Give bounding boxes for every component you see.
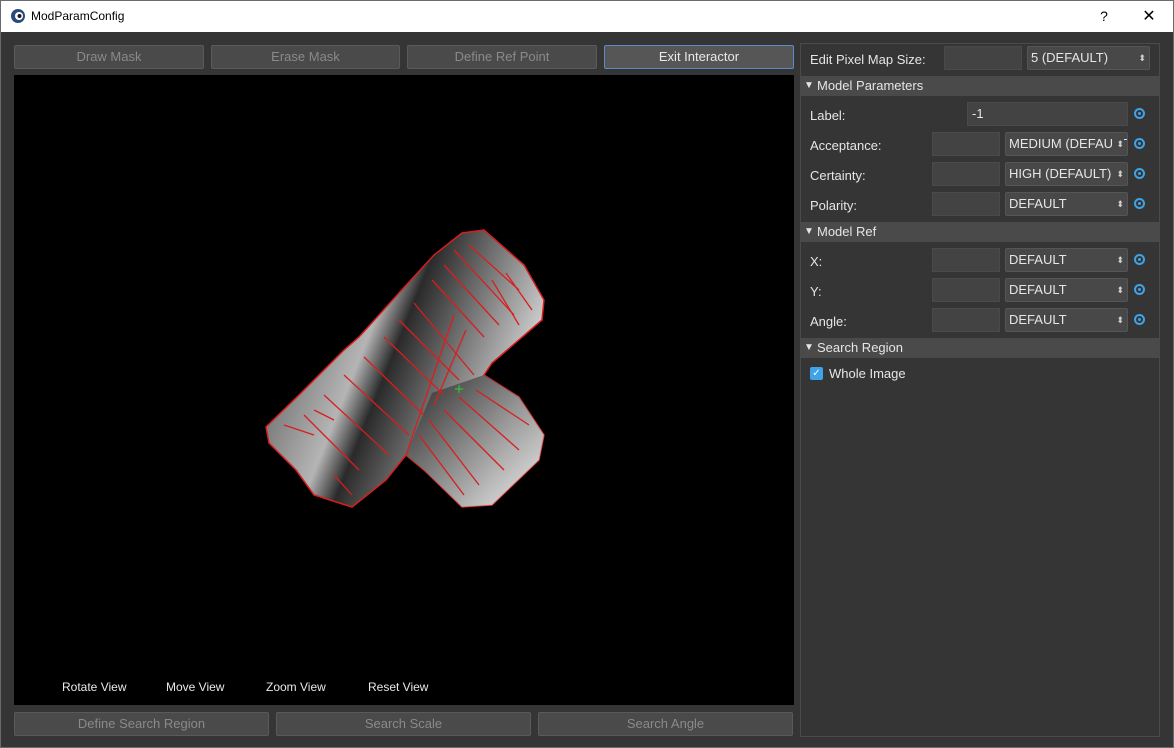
image-viewport[interactable]: Rotate View Move View Zoom View Reset Vi… xyxy=(14,75,794,705)
certainty-label: Certainty: xyxy=(810,168,866,183)
collapse-icon: ▼ xyxy=(804,80,814,91)
polarity-select[interactable]: DEFAULT ⬍ xyxy=(1005,192,1128,216)
ref-angle-option: DEFAULT xyxy=(1009,312,1067,327)
polarity-field[interactable] xyxy=(932,192,1000,216)
app-eye-icon xyxy=(11,9,25,23)
ref-angle-default-radio-icon[interactable] xyxy=(1134,314,1145,325)
pixel-map-size-select[interactable]: 5 (DEFAULT) ⬍ xyxy=(1027,46,1150,70)
combo-arrows-icon: ⬍ xyxy=(1114,193,1124,215)
reset-view-button[interactable]: Reset View xyxy=(368,680,428,694)
title-bar: ModParamConfig ? ✕ xyxy=(1,1,1173,32)
certainty-option: HIGH (DEFAULT) xyxy=(1009,166,1112,181)
combo-arrows-icon: ⬍ xyxy=(1136,47,1146,69)
model-parameters-title: Model Parameters xyxy=(817,78,924,93)
ref-x-select[interactable]: DEFAULT ⬍ xyxy=(1005,248,1128,272)
polarity-default-radio-icon[interactable] xyxy=(1134,198,1145,209)
parameters-panel: Edit Pixel Map Size: 5 (DEFAULT) ⬍ ▼ Mod… xyxy=(800,43,1160,737)
search-scale-button[interactable]: Search Scale xyxy=(276,712,531,736)
acceptance-field[interactable] xyxy=(932,132,1000,156)
polarity-option: DEFAULT xyxy=(1009,196,1067,211)
combo-arrows-icon: ⬍ xyxy=(1114,309,1124,331)
exit-interactor-button[interactable]: Exit Interactor xyxy=(604,45,794,69)
label-field[interactable]: -1 xyxy=(967,102,1128,126)
whole-image-label: Whole Image xyxy=(829,366,906,381)
window-title: ModParamConfig xyxy=(31,9,125,23)
combo-arrows-icon: ⬍ xyxy=(1114,133,1124,155)
combo-arrows-icon: ⬍ xyxy=(1114,163,1124,185)
model-ref-section[interactable]: ▼ Model Ref xyxy=(801,222,1159,242)
search-region-title: Search Region xyxy=(817,340,903,355)
model-parameters-section[interactable]: ▼ Model Parameters xyxy=(801,76,1159,96)
erase-mask-button[interactable]: Erase Mask xyxy=(211,45,400,69)
search-region-section[interactable]: ▼ Search Region xyxy=(801,338,1159,358)
ref-y-option: DEFAULT xyxy=(1009,282,1067,297)
ref-x-default-radio-icon[interactable] xyxy=(1134,254,1145,265)
pixel-map-size-field[interactable] xyxy=(944,46,1022,70)
zoom-view-button[interactable]: Zoom View xyxy=(266,680,326,694)
collapse-icon: ▼ xyxy=(804,226,814,237)
label-default-radio-icon[interactable] xyxy=(1134,108,1145,119)
whole-image-checkbox[interactable]: ✓ xyxy=(810,367,823,380)
acceptance-select[interactable]: MEDIUM (DEFAULT) ⬍ xyxy=(1005,132,1128,156)
collapse-icon: ▼ xyxy=(804,342,814,353)
ref-y-label: Y: xyxy=(810,284,822,299)
ref-angle-select[interactable]: DEFAULT ⬍ xyxy=(1005,308,1128,332)
combo-arrows-icon: ⬍ xyxy=(1114,279,1124,301)
define-search-region-button[interactable]: Define Search Region xyxy=(14,712,269,736)
ref-y-select[interactable]: DEFAULT ⬍ xyxy=(1005,278,1128,302)
mod-param-config-window: ModParamConfig ? ✕ Draw Mask Erase Mask … xyxy=(0,0,1174,748)
close-button[interactable]: ✕ xyxy=(1126,1,1172,32)
define-ref-point-button[interactable]: Define Ref Point xyxy=(407,45,597,69)
certainty-default-radio-icon[interactable] xyxy=(1134,168,1145,179)
move-view-button[interactable]: Move View xyxy=(166,680,224,694)
ref-x-field[interactable] xyxy=(932,248,1000,272)
help-button[interactable]: ? xyxy=(1084,1,1124,32)
pixel-map-size-option: 5 (DEFAULT) xyxy=(1031,50,1109,65)
polarity-label: Polarity: xyxy=(810,198,857,213)
certainty-field[interactable] xyxy=(932,162,1000,186)
model-ref-title: Model Ref xyxy=(817,224,877,239)
search-angle-button[interactable]: Search Angle xyxy=(538,712,793,736)
model-image xyxy=(265,229,545,508)
draw-mask-button[interactable]: Draw Mask xyxy=(14,45,204,69)
acceptance-label: Acceptance: xyxy=(810,138,882,153)
ref-angle-field[interactable] xyxy=(932,308,1000,332)
acceptance-default-radio-icon[interactable] xyxy=(1134,138,1145,149)
ref-x-label: X: xyxy=(810,254,823,269)
ref-angle-label: Angle: xyxy=(810,314,847,329)
combo-arrows-icon: ⬍ xyxy=(1114,249,1124,271)
ref-y-default-radio-icon[interactable] xyxy=(1134,284,1145,295)
label-label: Label: xyxy=(810,108,846,123)
pixel-map-size-label: Edit Pixel Map Size: xyxy=(810,52,926,67)
acceptance-option: MEDIUM (DEFAULT) xyxy=(1009,136,1128,151)
ref-x-option: DEFAULT xyxy=(1009,252,1067,267)
rotate-view-button[interactable]: Rotate View xyxy=(62,680,126,694)
ref-y-field[interactable] xyxy=(932,278,1000,302)
certainty-select[interactable]: HIGH (DEFAULT) ⬍ xyxy=(1005,162,1128,186)
